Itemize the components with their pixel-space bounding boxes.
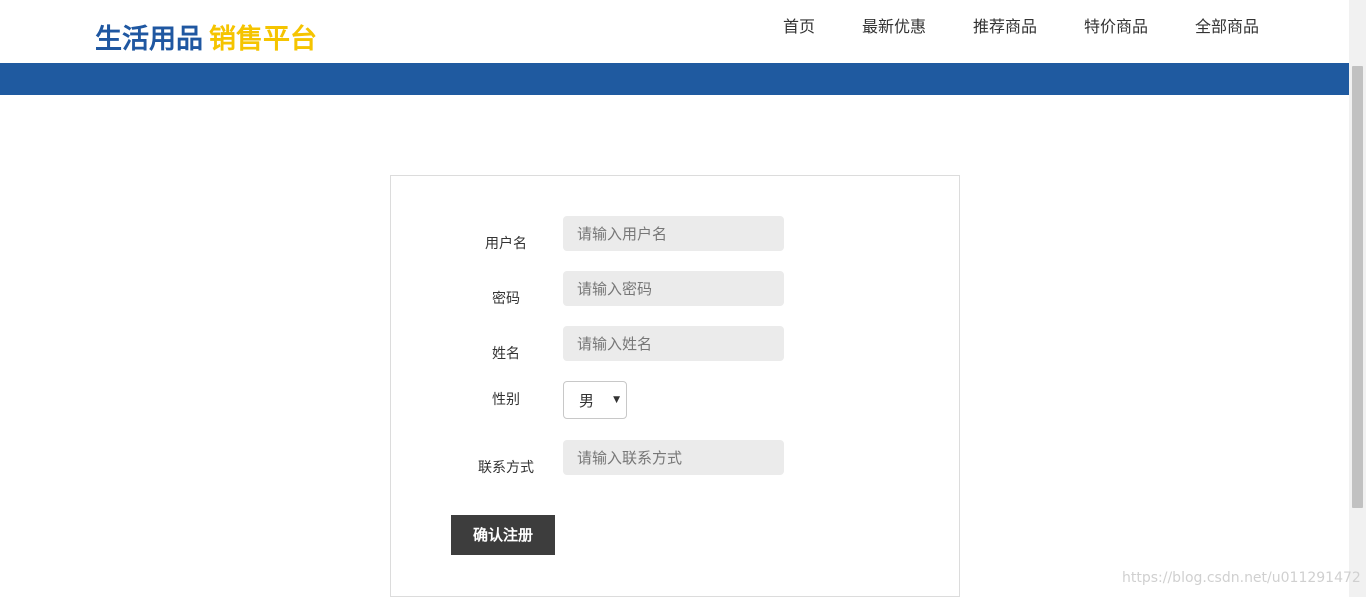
nav-item-latest-deals[interactable]: 最新优惠 xyxy=(862,16,926,38)
contact-input[interactable] xyxy=(563,440,784,475)
gender-label: 性别 xyxy=(492,392,520,408)
nav-item-home[interactable]: 首页 xyxy=(783,16,815,38)
main-nav: 首页 最新优惠 推荐商品 特价商品 全部商品 xyxy=(0,16,1349,40)
password-input[interactable] xyxy=(563,271,784,306)
scrollbar-thumb[interactable] xyxy=(1352,66,1363,508)
gender-select[interactable]: 男 ▼ xyxy=(563,381,627,419)
nav-item-all-products[interactable]: 全部商品 xyxy=(1195,16,1259,38)
site-header: 生活用品 销售平台 首页 最新优惠 推荐商品 特价商品 全部商品 xyxy=(0,0,1349,63)
confirm-register-button[interactable]: 确认注册 xyxy=(451,515,555,555)
nav-item-recommended[interactable]: 推荐商品 xyxy=(973,16,1037,38)
watermark: https://blog.csdn.net/u011291472 xyxy=(1122,570,1361,586)
name-input[interactable] xyxy=(563,326,784,361)
page-scrollbar[interactable] xyxy=(1349,0,1366,597)
gender-selected-value: 男 xyxy=(579,392,595,410)
name-label: 姓名 xyxy=(492,346,520,362)
chevron-down-icon: ▼ xyxy=(613,395,620,405)
contact-label: 联系方式 xyxy=(478,460,534,476)
nav-item-special-offers[interactable]: 特价商品 xyxy=(1084,16,1148,38)
register-form: 用户名 密码 姓名 性别 男 ▼ 联系方式 确认注册 xyxy=(390,175,960,597)
header-banner xyxy=(0,63,1349,95)
username-input[interactable] xyxy=(563,216,784,251)
username-label: 用户名 xyxy=(485,236,527,252)
password-label: 密码 xyxy=(492,291,520,307)
